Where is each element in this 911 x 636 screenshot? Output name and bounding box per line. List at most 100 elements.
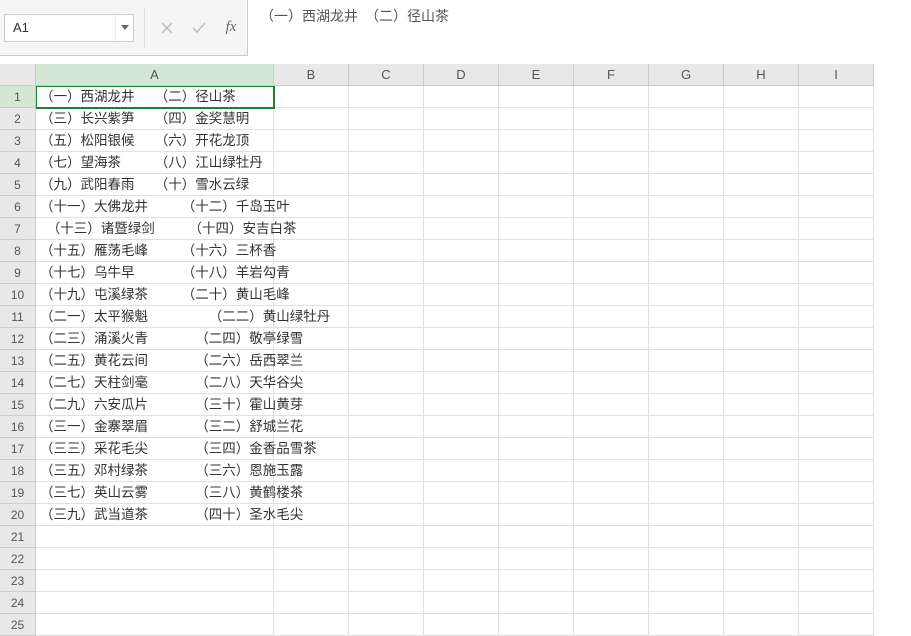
cell-D20[interactable]	[424, 504, 499, 526]
cell-E9[interactable]	[499, 262, 574, 284]
cell-A1[interactable]: （一）西湖龙井 （二）径山茶	[36, 86, 274, 108]
cell-D25[interactable]	[424, 614, 499, 636]
cell-B16[interactable]	[274, 416, 349, 438]
cell-I16[interactable]	[799, 416, 874, 438]
cell-F9[interactable]	[574, 262, 649, 284]
cell-H22[interactable]	[724, 548, 799, 570]
cell-E14[interactable]	[499, 372, 574, 394]
cell-D23[interactable]	[424, 570, 499, 592]
cell-H6[interactable]	[724, 196, 799, 218]
cell-A16[interactable]: （三一）金寨翠眉 （三二）舒城兰花	[36, 416, 274, 438]
cell-B12[interactable]	[274, 328, 349, 350]
cell-E18[interactable]	[499, 460, 574, 482]
cell-G18[interactable]	[649, 460, 724, 482]
cell-H21[interactable]	[724, 526, 799, 548]
cell-G1[interactable]	[649, 86, 724, 108]
cell-I24[interactable]	[799, 592, 874, 614]
cell-B17[interactable]	[274, 438, 349, 460]
cell-H16[interactable]	[724, 416, 799, 438]
cell-A23[interactable]	[36, 570, 274, 592]
cell-A8[interactable]: （十五）雁荡毛峰 （十六）三杯香	[36, 240, 274, 262]
row-header-6[interactable]: 6	[0, 196, 36, 218]
column-header-C[interactable]: C	[349, 64, 424, 86]
cell-E16[interactable]	[499, 416, 574, 438]
cell-E13[interactable]	[499, 350, 574, 372]
cell-H11[interactable]	[724, 306, 799, 328]
cell-C1[interactable]	[349, 86, 424, 108]
cell-I3[interactable]	[799, 130, 874, 152]
cell-E1[interactable]	[499, 86, 574, 108]
cell-F2[interactable]	[574, 108, 649, 130]
cell-B7[interactable]	[274, 218, 349, 240]
cell-B14[interactable]	[274, 372, 349, 394]
cell-E23[interactable]	[499, 570, 574, 592]
row-header-14[interactable]: 14	[0, 372, 36, 394]
select-all-corner[interactable]	[0, 64, 36, 86]
cell-A3[interactable]: （五）松阳银候 （六）开花龙顶	[36, 130, 274, 152]
cell-G20[interactable]	[649, 504, 724, 526]
cell-G9[interactable]	[649, 262, 724, 284]
cell-B25[interactable]	[274, 614, 349, 636]
row-header-22[interactable]: 22	[0, 548, 36, 570]
cell-B23[interactable]	[274, 570, 349, 592]
cell-B5[interactable]	[274, 174, 349, 196]
cell-C17[interactable]	[349, 438, 424, 460]
cell-A15[interactable]: （二九）六安瓜片 （三十）霍山黄芽	[36, 394, 274, 416]
row-header-20[interactable]: 20	[0, 504, 36, 526]
cell-E25[interactable]	[499, 614, 574, 636]
cell-I12[interactable]	[799, 328, 874, 350]
cell-G22[interactable]	[649, 548, 724, 570]
cell-D15[interactable]	[424, 394, 499, 416]
cell-H3[interactable]	[724, 130, 799, 152]
cell-D16[interactable]	[424, 416, 499, 438]
cell-G25[interactable]	[649, 614, 724, 636]
cell-H15[interactable]	[724, 394, 799, 416]
cell-F15[interactable]	[574, 394, 649, 416]
cell-C20[interactable]	[349, 504, 424, 526]
cell-C14[interactable]	[349, 372, 424, 394]
cell-E12[interactable]	[499, 328, 574, 350]
cell-F5[interactable]	[574, 174, 649, 196]
cell-F10[interactable]	[574, 284, 649, 306]
row-header-11[interactable]: 11	[0, 306, 36, 328]
row-header-4[interactable]: 4	[0, 152, 36, 174]
cell-H10[interactable]	[724, 284, 799, 306]
cell-H14[interactable]	[724, 372, 799, 394]
cell-F1[interactable]	[574, 86, 649, 108]
cell-D10[interactable]	[424, 284, 499, 306]
fx-button[interactable]: fx	[215, 14, 247, 42]
cell-F3[interactable]	[574, 130, 649, 152]
cell-H5[interactable]	[724, 174, 799, 196]
row-header-12[interactable]: 12	[0, 328, 36, 350]
cell-G8[interactable]	[649, 240, 724, 262]
cell-D2[interactable]	[424, 108, 499, 130]
cell-B3[interactable]	[274, 130, 349, 152]
cell-C22[interactable]	[349, 548, 424, 570]
cell-A7[interactable]: （十三）诸暨绿剑 （十四）安吉白茶	[36, 218, 274, 240]
cell-F25[interactable]	[574, 614, 649, 636]
cell-C24[interactable]	[349, 592, 424, 614]
cell-H1[interactable]	[724, 86, 799, 108]
cell-H9[interactable]	[724, 262, 799, 284]
cell-C9[interactable]	[349, 262, 424, 284]
cell-C3[interactable]	[349, 130, 424, 152]
cell-E4[interactable]	[499, 152, 574, 174]
row-header-2[interactable]: 2	[0, 108, 36, 130]
cell-F4[interactable]	[574, 152, 649, 174]
cell-B22[interactable]	[274, 548, 349, 570]
row-header-23[interactable]: 23	[0, 570, 36, 592]
cell-E24[interactable]	[499, 592, 574, 614]
cell-C13[interactable]	[349, 350, 424, 372]
cell-G16[interactable]	[649, 416, 724, 438]
cell-D8[interactable]	[424, 240, 499, 262]
row-header-1[interactable]: 1	[0, 86, 36, 108]
cell-G10[interactable]	[649, 284, 724, 306]
row-header-25[interactable]: 25	[0, 614, 36, 636]
cell-H17[interactable]	[724, 438, 799, 460]
cell-G4[interactable]	[649, 152, 724, 174]
cell-B4[interactable]	[274, 152, 349, 174]
cell-I17[interactable]	[799, 438, 874, 460]
cell-E6[interactable]	[499, 196, 574, 218]
cell-I13[interactable]	[799, 350, 874, 372]
cell-C2[interactable]	[349, 108, 424, 130]
